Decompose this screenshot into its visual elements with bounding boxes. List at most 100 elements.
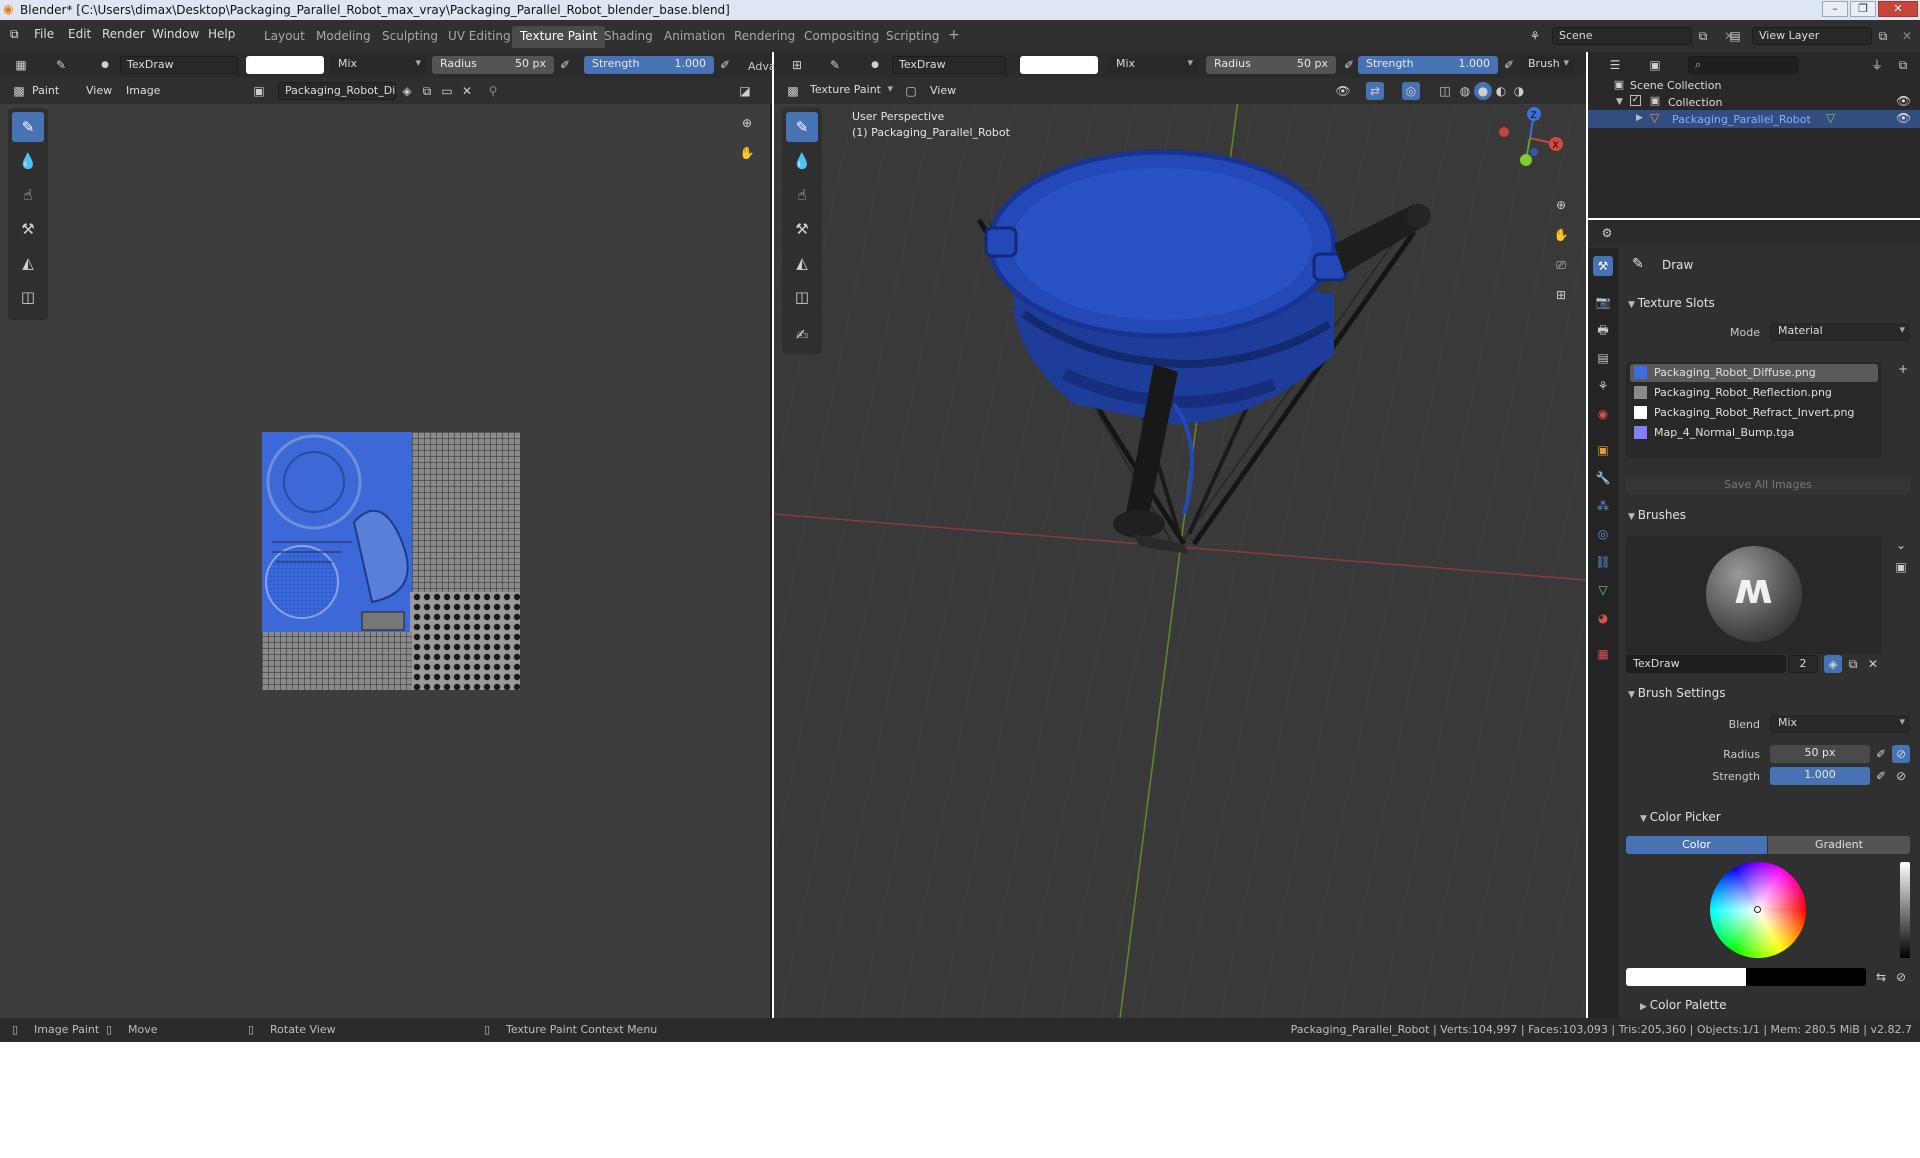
viewport-brush-name-field[interactable]: TexDraw <box>892 56 1006 74</box>
collection-visibility-icon[interactable]: 👁 <box>1896 94 1911 108</box>
zoom-icon[interactable]: ⊕ <box>738 114 756 132</box>
draw-tool-icon[interactable]: ✎ <box>12 112 44 142</box>
unlink-brush-icon[interactable]: ✕ <box>1864 655 1882 673</box>
tab-shading[interactable]: Shading <box>596 26 661 48</box>
brush-color-swatch[interactable] <box>246 56 324 74</box>
viewport-mask-tool-icon[interactable]: ◫ <box>786 282 818 312</box>
image-menu[interactable]: Image <box>126 84 160 97</box>
tool-tab-icon[interactable]: ⚒ <box>1593 256 1613 276</box>
viewport-soften-tool-icon[interactable]: 💧 <box>786 146 818 176</box>
brush-users-count[interactable]: 2 <box>1788 655 1818 673</box>
overlays-toggle-icon[interactable]: ◎ <box>1402 82 1420 100</box>
unlink-image-icon[interactable]: ✕ <box>458 82 476 100</box>
editor-type-icon[interactable]: ▦ <box>12 56 30 74</box>
duplicate-brush-icon[interactable]: ⧉ <box>1844 655 1862 673</box>
radius-pressure-icon[interactable]: ✐ <box>556 56 574 74</box>
3d-viewport[interactable]: ✎ 💧 ☝ ⚒ ◭ ◫ ✍ User Perspective (1) Packa… <box>774 104 1586 1018</box>
texture-slot-item[interactable]: Packaging_Robot_Refract_Invert.png <box>1630 404 1878 422</box>
brush-preview-area[interactable]: ʍ <box>1626 536 1882 654</box>
strength-slider[interactable]: Strength 1.000 <box>584 56 714 74</box>
face-mask-icon[interactable]: ▢ <box>902 82 920 100</box>
color-palette-panel-header[interactable]: ▶ Color Palette <box>1640 998 1727 1018</box>
radius-pressure-toggle-icon[interactable]: ✐ <box>1872 745 1890 763</box>
viewport-smear-tool-icon[interactable]: ☝ <box>786 180 818 210</box>
world-tab-icon[interactable]: ◉ <box>1593 404 1613 424</box>
viewport-clone-tool-icon[interactable]: ⚒ <box>786 214 818 244</box>
camera-view-icon[interactable]: ⎚ <box>1552 256 1570 274</box>
brush-name-field[interactable]: TexDraw <box>120 56 238 74</box>
image-editor[interactable]: ✎ 💧 ☝ ⚒ ◭ ◫ ⊕ ✋ <box>0 104 772 1018</box>
menu-window[interactable]: Window <box>152 27 199 41</box>
view-layer-tab-icon[interactable]: ▤ <box>1593 348 1613 368</box>
collection-label[interactable]: Collection <box>1668 96 1722 109</box>
menu-render[interactable]: Render <box>102 27 145 41</box>
maximize-button[interactable]: ❐ <box>1850 1 1876 17</box>
image-view-menu[interactable]: View <box>86 84 112 97</box>
tab-animation[interactable]: Animation <box>656 26 733 48</box>
viewport-brush-color-swatch[interactable] <box>1020 56 1098 74</box>
viewport-strength-slider[interactable]: Strength 1.000 <box>1358 56 1498 74</box>
tab-compositing[interactable]: Compositing <box>796 26 887 48</box>
brush-radius-field[interactable]: 50 px <box>1770 745 1870 763</box>
clone-tool-icon[interactable]: ⚒ <box>12 214 44 244</box>
gizmo-toggle-icon[interactable]: ⇄ <box>1366 82 1384 100</box>
material-shading-icon[interactable]: ◐ <box>1492 82 1510 100</box>
wireframe-shading-icon[interactable]: ◍ <box>1456 82 1474 100</box>
outliner-object-row[interactable]: ▶ ▽ Packaging_Parallel_Robot ▽ 👁 <box>1588 110 1920 128</box>
constraints-tab-icon[interactable]: ⛓ <box>1593 552 1613 572</box>
render-tab-icon[interactable]: 📷 <box>1593 292 1613 312</box>
brush-icon-toggle[interactable]: ▣ <box>1892 558 1910 576</box>
object-tab-icon[interactable]: ▣ <box>1593 440 1613 460</box>
primary-color-swatch[interactable] <box>1626 968 1746 986</box>
viewport-radius-slider[interactable]: Radius 50 px <box>1206 56 1336 74</box>
rendered-shading-icon[interactable]: ◑ <box>1510 82 1528 100</box>
filter-icon[interactable]: ⏚ <box>1868 56 1886 74</box>
texture-slot-item[interactable]: Packaging_Robot_Diffuse.png <box>1630 364 1878 382</box>
swap-colors-icon[interactable]: ⇆ <box>1872 968 1890 986</box>
tab-uv-editing[interactable]: UV Editing <box>440 26 519 48</box>
object-name[interactable]: Packaging_Parallel_Robot <box>1672 113 1811 126</box>
scene-icon[interactable]: ⚘ <box>1526 27 1544 45</box>
properties-editor-icon[interactable]: ⚙ <box>1598 224 1616 242</box>
pan-hand-icon[interactable]: ✋ <box>738 144 756 162</box>
scene-tab-icon[interactable]: ⚘ <box>1593 376 1613 396</box>
gradient-tab[interactable]: Gradient <box>1768 836 1910 854</box>
viewport-draw-tool-icon[interactable]: ✎ <box>786 112 818 142</box>
strength-unified-toggle-icon[interactable]: ⊘ <box>1892 767 1910 785</box>
image-name-field[interactable]: Packaging_Robot_Di... <box>278 82 396 100</box>
solid-shading-icon[interactable]: ● <box>1474 82 1492 100</box>
scene-collection-label[interactable]: Scene Collection <box>1630 79 1721 92</box>
collection-checkbox[interactable]: ✓ <box>1630 95 1641 106</box>
remove-view-layer-icon[interactable]: ✕ <box>1898 27 1916 45</box>
brush-fake-user-icon[interactable]: ◈ <box>1824 655 1842 673</box>
new-scene-icon[interactable]: ⧉ <box>1694 27 1712 45</box>
brush-list-dropdown-icon[interactable]: ⌄ <box>1892 536 1910 554</box>
viewport-editor-type-icon[interactable]: ⊞ <box>788 56 806 74</box>
texture-paint-mode-icon[interactable]: ▩ <box>784 82 802 100</box>
texture-paint-mode-dropdown[interactable]: Texture Paint <box>802 82 898 100</box>
smear-tool-icon[interactable]: ☝ <box>12 180 44 210</box>
texture-slot-item[interactable]: Packaging_Robot_Reflection.png <box>1630 384 1878 402</box>
navigation-gizmo[interactable]: Z X <box>1494 104 1574 176</box>
brushes-panel-header[interactable]: ▼ Brushes <box>1628 508 1686 528</box>
texture-tab-icon[interactable]: ▦ <box>1593 644 1613 664</box>
brush-blend-dropdown[interactable]: Mix <box>1770 715 1910 733</box>
collection-expand-icon[interactable]: ▼ <box>1616 97 1623 107</box>
close-window-button[interactable]: ✕ <box>1878 1 1918 17</box>
material-tab-icon[interactable]: ◕ <box>1593 608 1613 628</box>
radius-slider[interactable]: Radius 50 px <box>432 56 554 74</box>
menu-help[interactable]: Help <box>208 27 235 41</box>
texture-slot-item[interactable]: Map_4_Normal_Bump.tga <box>1630 424 1878 442</box>
annotate-tool-icon[interactable]: ✍ <box>786 320 818 350</box>
paint-mode-icon[interactable]: ▩ <box>10 82 28 100</box>
new-view-layer-icon[interactable]: ⧉ <box>1874 27 1892 45</box>
strength-pressure-toggle-icon[interactable]: ✐ <box>1872 767 1890 785</box>
tab-modeling[interactable]: Modeling <box>308 26 379 48</box>
color-picker-panel-header[interactable]: ▼ Color Picker <box>1640 810 1721 830</box>
unified-color-icon[interactable]: ⊘ <box>1892 968 1910 986</box>
texture-mode-dropdown[interactable]: Material <box>1770 323 1910 341</box>
fake-user-shield-icon[interactable]: ◈ <box>398 82 416 100</box>
object-expand-icon[interactable]: ▶ <box>1636 113 1643 123</box>
viewport-fill-tool-icon[interactable]: ◭ <box>786 248 818 278</box>
tab-layout[interactable]: Layout <box>256 26 313 48</box>
